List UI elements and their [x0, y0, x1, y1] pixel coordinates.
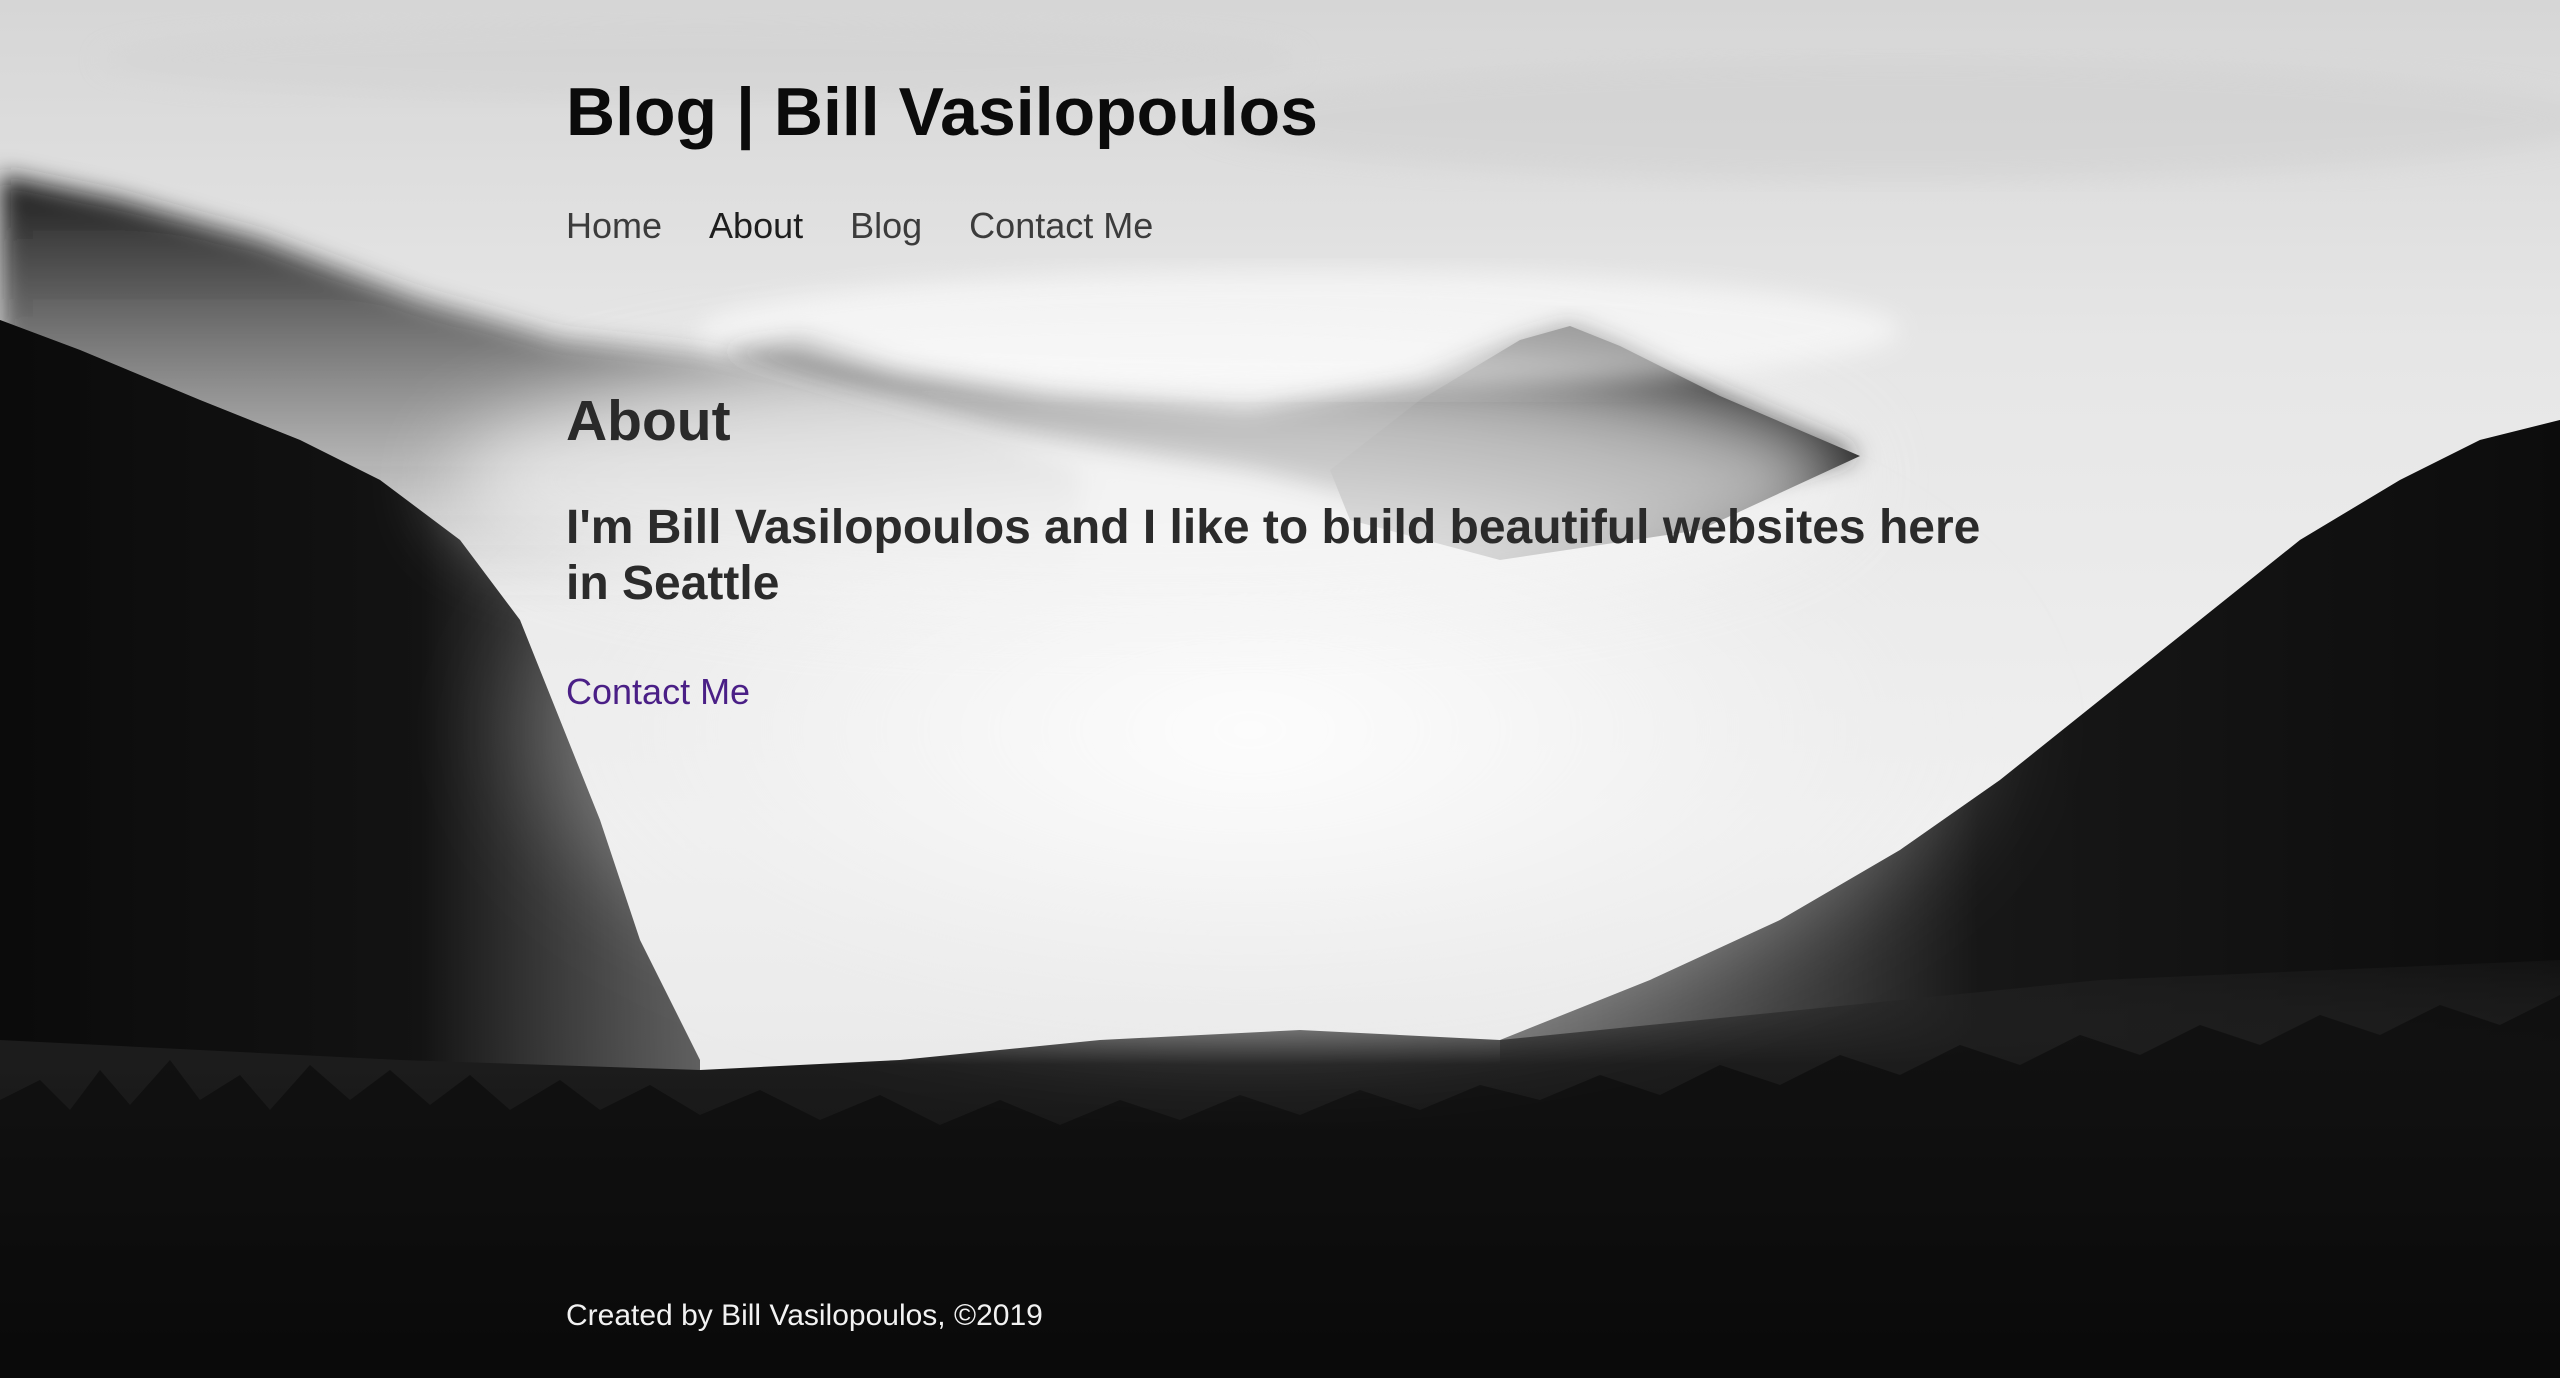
- footer-text: Created by Bill Vasilopoulos, ©2019: [566, 1299, 1043, 1332]
- page-content: Blog | Bill Vasilopoulos Home About Blog…: [566, 0, 2066, 1378]
- intro-text: I'm Bill Vasilopoulos and I like to buil…: [566, 501, 1981, 610]
- main-navigation: Home About Blog Contact Me: [566, 202, 1200, 250]
- nav-item-blog[interactable]: Blog: [850, 202, 922, 250]
- nav-item-contact-me[interactable]: Contact Me: [969, 202, 1153, 250]
- nav-item-home[interactable]: Home: [566, 202, 662, 250]
- page-heading: About: [566, 389, 731, 453]
- nav-item-about[interactable]: About: [709, 202, 803, 250]
- site-title[interactable]: Blog | Bill Vasilopoulos: [566, 68, 1318, 156]
- contact-me-link[interactable]: Contact Me: [566, 668, 750, 716]
